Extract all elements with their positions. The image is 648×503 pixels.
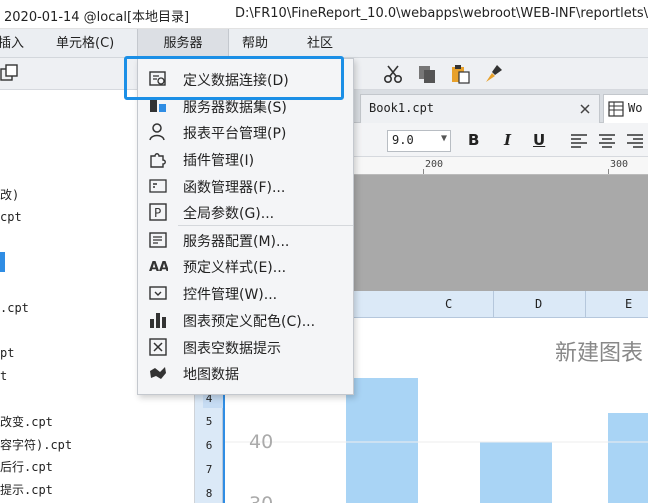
menu-item-label: 图表空数据提示 — [183, 341, 281, 357]
row-header[interactable]: 8 — [195, 487, 223, 500]
chevron-down-icon: ▼ — [440, 133, 447, 144]
row-header[interactable]: 7 — [195, 463, 223, 476]
chart-bar — [608, 413, 648, 503]
selection-marker — [0, 252, 5, 272]
puzzle-icon — [150, 153, 166, 168]
widget-icon — [149, 286, 167, 300]
menu-insert[interactable]: 插入 — [0, 29, 24, 58]
menu-item-label: 服务器数据集(S) — [183, 100, 287, 116]
font-style-icon: AA — [149, 260, 168, 275]
copy-icon[interactable] — [416, 63, 438, 85]
underline-button[interactable]: U — [533, 131, 545, 149]
tree-item-text[interactable]: 后行.cpt — [0, 458, 53, 475]
menu-item-label: 全局参数(G)... — [183, 206, 275, 222]
window-title-left: 2020-01-14 @local[本地目录] — [4, 10, 190, 25]
align-center-icon[interactable] — [598, 133, 616, 149]
tree-item-text[interactable]: pt — [0, 346, 14, 360]
server-config-icon — [149, 232, 167, 248]
parameter-icon: P — [149, 203, 167, 221]
menu-cell[interactable]: 单元格(C) — [56, 29, 114, 58]
menu-item-label: 地图数据 — [183, 367, 239, 383]
font-size-value: 9.0 — [392, 133, 414, 147]
chart-title: 新建图表 — [555, 341, 643, 366]
tab-book1[interactable]: Book1.cpt — [360, 94, 600, 123]
chart-bar — [480, 442, 552, 503]
tab-label: Wo — [628, 101, 643, 115]
menu-item-platform-management[interactable]: 报表平台管理(P) — [138, 118, 353, 145]
table-icon — [608, 101, 624, 117]
tree-item-text[interactable]: 容字符).cpt — [0, 436, 72, 453]
menu-item-label: 控件管理(W)... — [183, 287, 278, 303]
y-tick-label: 40 — [249, 431, 273, 453]
italic-button[interactable]: I — [504, 131, 511, 149]
menu-item-server-config[interactable]: 服务器配置(M)... — [138, 226, 353, 253]
svg-text:P: P — [154, 206, 161, 220]
menu-server[interactable]: 服务器 — [137, 29, 229, 58]
title-bar: 2020-01-14 @local[本地目录] D:\FR10\FineRepo… — [0, 0, 648, 29]
menu-community[interactable]: 社区 — [307, 29, 333, 58]
chart-color-icon — [150, 313, 166, 328]
row-header[interactable]: 6 — [195, 439, 223, 452]
menu-item-predefined-style[interactable]: AA 预定义样式(E)... — [138, 252, 353, 279]
column-header-d[interactable]: D — [535, 297, 542, 311]
tab-label: Book1.cpt — [369, 101, 435, 115]
close-icon[interactable] — [579, 103, 591, 115]
user-icon — [149, 123, 165, 141]
function-icon — [149, 179, 167, 193]
copy-window-icon[interactable] — [0, 63, 22, 85]
row-header[interactable]: 5 — [195, 415, 223, 428]
tab-worksheet[interactable]: Wo — [603, 94, 648, 123]
align-left-icon[interactable] — [570, 133, 588, 149]
bold-button[interactable]: B — [468, 131, 479, 149]
chart-bar — [346, 378, 418, 503]
column-separator — [493, 291, 494, 318]
map-icon — [150, 367, 166, 379]
tree-item-text[interactable]: cpt — [0, 210, 22, 224]
svg-text:AA: AA — [149, 260, 168, 275]
menu-item-function-manager[interactable]: 函数管理器(F)... — [138, 172, 353, 199]
tree-item-text[interactable]: 改变.cpt — [0, 413, 53, 430]
tree-item-text[interactable]: .cpt — [0, 301, 29, 315]
menu-item-label: 报表平台管理(P) — [183, 126, 287, 142]
menu-help[interactable]: 帮助 — [242, 29, 268, 58]
tree-item-text[interactable]: 提示.cpt — [0, 481, 53, 498]
menu-item-map-data[interactable]: 地图数据 — [138, 359, 353, 386]
column-separator — [585, 291, 586, 318]
menu-item-label: 预定义样式(E)... — [183, 260, 287, 276]
cut-icon[interactable] — [382, 63, 404, 85]
ruler-tick — [423, 169, 424, 174]
ruler-label: 300 — [610, 159, 629, 170]
menu-bar: 插入 单元格(C) 服务器 帮助 社区 — [0, 29, 648, 58]
menu-item-widget-management[interactable]: 控件管理(W)... — [138, 279, 353, 306]
align-right-icon[interactable] — [626, 133, 644, 149]
menu-item-label: 函数管理器(F)... — [183, 180, 286, 196]
tree-item-text[interactable]: 改) — [0, 186, 19, 203]
column-header-c[interactable]: C — [445, 297, 452, 311]
menu-item-global-parameters[interactable]: P 全局参数(G)... — [138, 198, 353, 225]
window-title-path: D:\FR10\FineReport_10.0\webapps\webroot\… — [235, 6, 648, 21]
tree-item-text[interactable]: t — [0, 369, 7, 383]
menu-item-plugin-management[interactable]: 插件管理(I) — [138, 145, 353, 172]
chart-empty-icon — [149, 338, 167, 356]
column-header-e[interactable]: E — [625, 297, 632, 311]
menu-item-label: 图表预定义配色(C)... — [183, 314, 316, 330]
format-painter-icon[interactable] — [483, 63, 505, 85]
highlight-annotation — [124, 56, 344, 100]
menu-item-chart-predefined-colors[interactable]: 图表预定义配色(C)... — [138, 306, 353, 333]
menu-item-label: 服务器配置(M)... — [183, 234, 290, 250]
ruler-tick — [608, 169, 609, 174]
paste-icon[interactable] — [449, 63, 471, 85]
server-menu-dropdown: 定义数据连接(D) 服务器数据集(S) 报表平台管理(P) 插件管理(I) 函数… — [137, 58, 354, 395]
ruler-label: 200 — [425, 159, 444, 170]
y-tick-label: 30 — [249, 493, 273, 503]
font-size-select[interactable]: 9.0 ▼ — [387, 130, 451, 152]
menu-item-label: 插件管理(I) — [183, 153, 255, 169]
menu-item-chart-empty-hint[interactable]: 图表空数据提示 — [138, 333, 353, 360]
